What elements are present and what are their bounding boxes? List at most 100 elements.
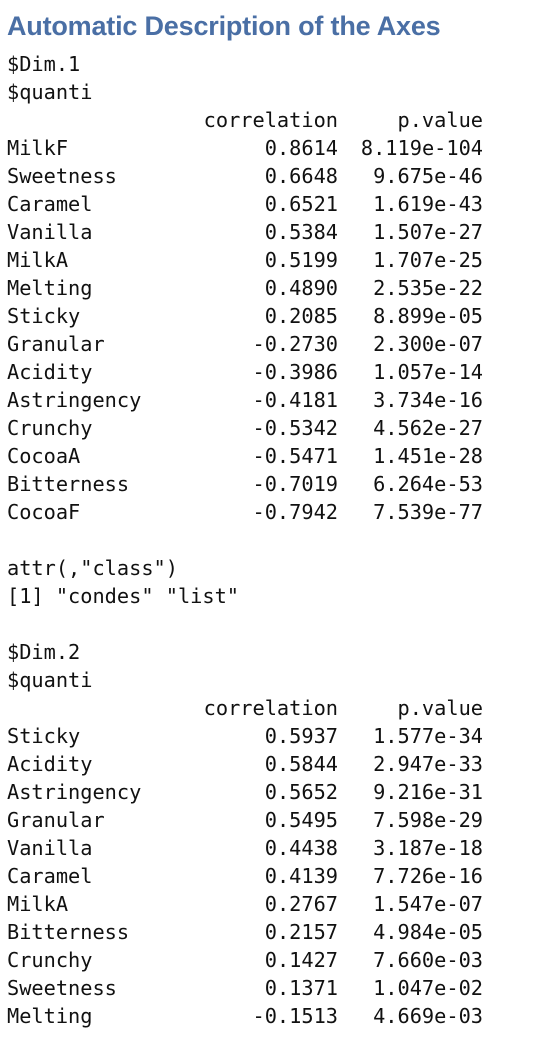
- row-pvalue: 7.726e-16: [373, 864, 483, 888]
- row-correlation: 0.8614: [264, 136, 338, 160]
- row-pvalue: 8.899e-05: [373, 304, 483, 328]
- row-variable-name: Vanilla: [7, 836, 93, 860]
- row-correlation: -0.5342: [252, 416, 338, 440]
- row-variable-name: Bitterness: [7, 920, 130, 944]
- attr-value-line: [1] "condes" "list": [7, 584, 239, 608]
- dim1-header-pvalue: p.value: [397, 108, 483, 132]
- table-row: Melting 0.4890 2.535e-22: [7, 274, 483, 302]
- row-correlation: 0.2157: [264, 920, 338, 944]
- table-row: Astringency -0.4181 3.734e-16: [7, 386, 483, 414]
- table-row: Caramel 0.6521 1.619e-43: [7, 190, 483, 218]
- dim1-table-header: correlation p.value: [7, 106, 483, 134]
- dim2-header-pvalue: p.value: [397, 696, 483, 720]
- row-correlation: 0.4438: [264, 836, 338, 860]
- row-pvalue: 1.577e-34: [373, 724, 483, 748]
- row-variable-name: Sweetness: [7, 164, 117, 188]
- row-pvalue: 6.264e-53: [373, 472, 483, 496]
- row-pvalue: 4.984e-05: [373, 920, 483, 944]
- table-row: Caramel 0.4139 7.726e-16: [7, 862, 483, 890]
- table-row: Astringency 0.5652 9.216e-31: [7, 778, 483, 806]
- row-pvalue: 8.119e-104: [360, 136, 483, 160]
- row-correlation: -0.1513: [252, 1004, 338, 1028]
- table-row: Melting -0.1513 4.669e-03: [7, 1002, 483, 1030]
- dim1-label: $Dim.1: [7, 52, 81, 76]
- row-variable-name: CocoaA: [7, 444, 81, 468]
- row-variable-name: CocoaF: [7, 500, 81, 524]
- table-row: Granular 0.5495 7.598e-29: [7, 806, 483, 834]
- row-correlation: 0.6521: [264, 192, 338, 216]
- table-row: Acidity -0.3986 1.057e-14: [7, 358, 483, 386]
- row-variable-name: Caramel: [7, 864, 93, 888]
- row-pvalue: 7.660e-03: [373, 948, 483, 972]
- table-row: MilkA 0.2767 1.547e-07: [7, 890, 483, 918]
- row-pvalue: 2.535e-22: [373, 276, 483, 300]
- row-correlation: 0.5384: [264, 220, 338, 244]
- dim1-quanti-label: $quanti: [7, 80, 93, 104]
- row-pvalue: 1.057e-14: [373, 360, 483, 384]
- row-pvalue: 2.947e-33: [373, 752, 483, 776]
- row-pvalue: 1.619e-43: [373, 192, 483, 216]
- row-pvalue: 7.598e-29: [373, 808, 483, 832]
- table-row: Sweetness 0.6648 9.675e-46: [7, 162, 483, 190]
- row-correlation: 0.2085: [264, 304, 338, 328]
- row-correlation: -0.3986: [252, 360, 338, 384]
- table-row: Vanilla 0.4438 3.187e-18: [7, 834, 483, 862]
- row-variable-name: Sticky: [7, 304, 81, 328]
- row-variable-name: Astringency: [7, 780, 142, 804]
- table-row: MilkA 0.5199 1.707e-25: [7, 246, 483, 274]
- table-row: Bitterness -0.7019 6.264e-53: [7, 470, 483, 498]
- row-correlation: -0.5471: [252, 444, 338, 468]
- row-variable-name: Crunchy: [7, 416, 93, 440]
- dim2-label: $Dim.2: [7, 640, 81, 664]
- row-variable-name: Vanilla: [7, 220, 93, 244]
- row-correlation: 0.4139: [264, 864, 338, 888]
- page: Automatic Description of the Axes $Dim.1…: [0, 0, 544, 1056]
- attr-class-line: attr(,"class"): [7, 556, 178, 580]
- row-variable-name: Bitterness: [7, 472, 130, 496]
- row-pvalue: 9.675e-46: [373, 164, 483, 188]
- console-output: $Dim.1 $quanti correlation p.value MilkF…: [7, 50, 483, 1030]
- table-row: Crunchy 0.1427 7.660e-03: [7, 946, 483, 974]
- row-variable-name: Melting: [7, 1004, 93, 1028]
- row-correlation: 0.1427: [264, 948, 338, 972]
- row-variable-name: Sticky: [7, 724, 81, 748]
- row-correlation: -0.7942: [252, 500, 338, 524]
- row-variable-name: Sweetness: [7, 976, 117, 1000]
- row-correlation: 0.5844: [264, 752, 338, 776]
- table-row: Granular -0.2730 2.300e-07: [7, 330, 483, 358]
- row-pvalue: 4.562e-27: [373, 416, 483, 440]
- row-variable-name: Caramel: [7, 192, 93, 216]
- row-variable-name: Granular: [7, 808, 105, 832]
- row-variable-name: MilkF: [7, 136, 69, 160]
- row-pvalue: 1.707e-25: [373, 248, 483, 272]
- row-pvalue: 3.187e-18: [373, 836, 483, 860]
- table-row: CocoaA -0.5471 1.451e-28: [7, 442, 483, 470]
- row-pvalue: 1.507e-27: [373, 220, 483, 244]
- row-pvalue: 2.300e-07: [373, 332, 483, 356]
- dim2-table: Sticky 0.5937 1.577e-34 Acidity 0.5844 2.947e…: [7, 722, 483, 1030]
- row-variable-name: MilkA: [7, 892, 69, 916]
- table-row: MilkF 0.8614 8.119e-104: [7, 134, 483, 162]
- row-correlation: 0.4890: [264, 276, 338, 300]
- table-row: Sticky 0.2085 8.899e-05: [7, 302, 483, 330]
- row-correlation: 0.5652: [264, 780, 338, 804]
- row-variable-name: Melting: [7, 276, 93, 300]
- row-variable-name: Granular: [7, 332, 105, 356]
- row-pvalue: 4.669e-03: [373, 1004, 483, 1028]
- row-variable-name: Acidity: [7, 360, 93, 384]
- row-variable-name: Acidity: [7, 752, 93, 776]
- page-title: Automatic Description of the Axes: [7, 11, 441, 41]
- row-correlation: 0.5937: [264, 724, 338, 748]
- row-pvalue: 9.216e-31: [373, 780, 483, 804]
- dim2-header-correlation: correlation: [203, 696, 338, 720]
- row-correlation: -0.7019: [252, 472, 338, 496]
- row-pvalue: 1.451e-28: [373, 444, 483, 468]
- table-row: Bitterness 0.2157 4.984e-05: [7, 918, 483, 946]
- table-row: Sticky 0.5937 1.577e-34: [7, 722, 483, 750]
- row-pvalue: 1.047e-02: [373, 976, 483, 1000]
- row-pvalue: 7.539e-77: [373, 500, 483, 524]
- table-row: Acidity 0.5844 2.947e-33: [7, 750, 483, 778]
- row-correlation: 0.1371: [264, 976, 338, 1000]
